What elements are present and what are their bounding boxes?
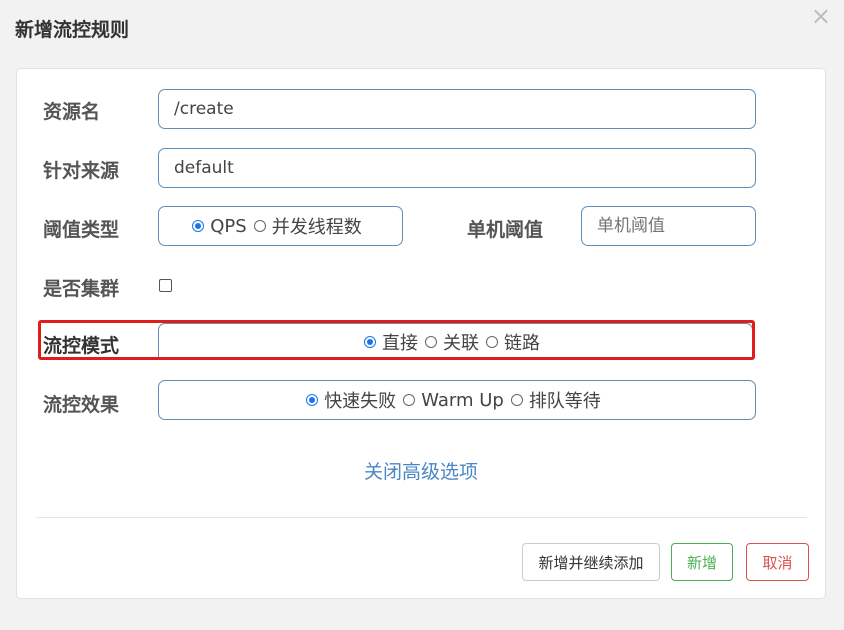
radio-label: QPS — [210, 215, 247, 237]
divider — [36, 517, 807, 518]
radio-option-fast-fail[interactable]: 快速失败 — [306, 387, 396, 413]
radio-label: 快速失败 — [324, 391, 397, 412]
source-label: 针对来源 — [43, 160, 120, 182]
radio-option-queue[interactable]: 排队等待 — [510, 387, 601, 413]
add-and-continue-button[interactable]: 新增并继续添加 — [522, 543, 660, 581]
add-button[interactable]: 新增 — [671, 543, 733, 581]
resource-input[interactable] — [158, 89, 756, 129]
cancel-button[interactable]: 取消 — [746, 543, 809, 581]
source-input[interactable] — [158, 148, 756, 188]
flow-effect-group: 快速失败 Warm Up 排队等待 — [158, 380, 756, 420]
radio-checked-icon[interactable] — [306, 394, 319, 406]
radio-checked-icon[interactable] — [192, 220, 205, 232]
radio-option-threads[interactable]: 并发线程数 — [253, 213, 362, 239]
radio-option-warm-up[interactable]: Warm Up — [403, 390, 504, 411]
threshold-type-group: QPS 并发线程数 — [158, 206, 403, 246]
single-threshold-label: 单机阈值 — [467, 219, 544, 241]
dialog-title: 新增流控规则 — [15, 19, 130, 41]
flow-effect-label: 流控效果 — [43, 394, 120, 416]
highlight-box — [38, 320, 755, 360]
radio-label: Warm Up — [421, 389, 504, 411]
radio-unchecked-icon[interactable] — [510, 394, 523, 406]
close-icon[interactable]: × — [811, 4, 831, 28]
radio-option-qps[interactable]: QPS — [192, 215, 247, 237]
threshold-type-label: 阈值类型 — [43, 219, 120, 241]
radio-unchecked-icon[interactable] — [253, 220, 266, 232]
resource-label: 资源名 — [43, 101, 101, 123]
close-advanced-link[interactable]: 关闭高级选项 — [17, 457, 825, 484]
single-threshold-input[interactable] — [581, 206, 756, 246]
cluster-checkbox[interactable] — [159, 279, 172, 292]
radio-label: 排队等待 — [528, 391, 601, 412]
radio-label: 并发线程数 — [271, 217, 362, 238]
cluster-label: 是否集群 — [43, 278, 120, 300]
form-panel: 资源名 针对来源 阈值类型 QPS 并发线程数 单机阈值 是否集群 流控模式 直… — [16, 68, 826, 599]
radio-unchecked-icon[interactable] — [403, 394, 416, 406]
